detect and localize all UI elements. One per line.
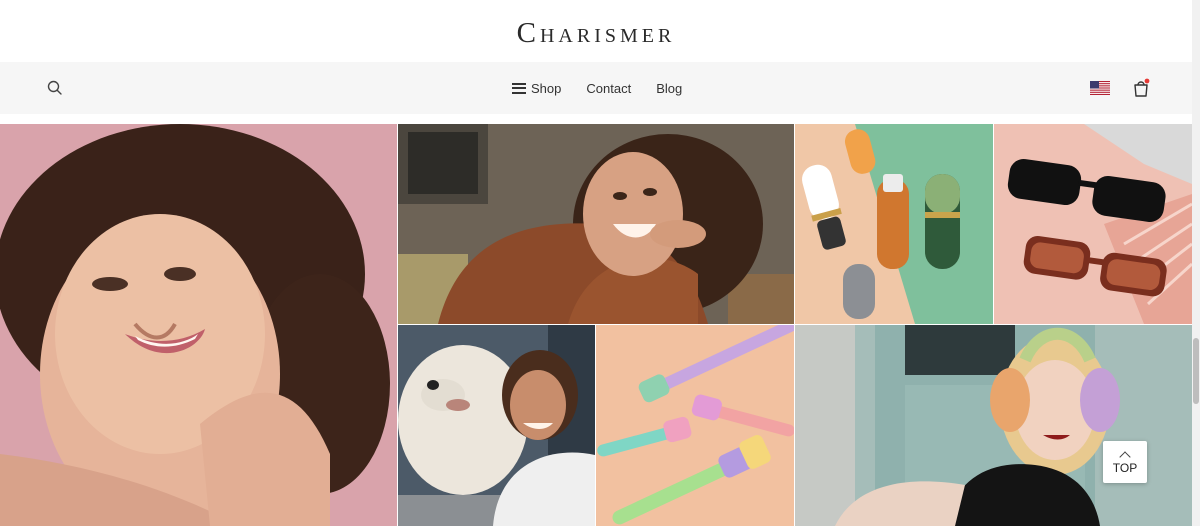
brand-header: Charismer — [0, 0, 1192, 62]
cart-badge — [1144, 78, 1150, 84]
brand-logo[interactable]: Charismer — [517, 13, 676, 50]
search-icon[interactable] — [46, 79, 64, 97]
gallery-tile-toothbrushes[interactable] — [596, 325, 794, 526]
gallery-tile-cosmetics[interactable] — [795, 124, 993, 324]
nav-item-blog[interactable]: Blog — [656, 81, 682, 96]
back-to-top-button[interactable]: TOP — [1103, 441, 1147, 483]
scrollbar-thumb[interactable] — [1193, 338, 1199, 404]
nav-menu: Shop Contact Blog — [512, 62, 682, 114]
main-nav: Shop Contact Blog — [0, 62, 1192, 114]
gallery-tile-woman-headphones[interactable] — [795, 325, 1192, 526]
us-flag-icon[interactable] — [1090, 81, 1110, 95]
gallery-tile-woman-sweater[interactable] — [398, 124, 794, 324]
shopping-bag-icon[interactable] — [1132, 78, 1150, 98]
nav-item-label: Shop — [531, 80, 562, 96]
gallery-tile-woman-dog[interactable] — [398, 325, 595, 526]
nav-item-contact[interactable]: Contact — [586, 81, 631, 96]
gallery-tile-sunglasses[interactable] — [994, 124, 1192, 324]
nav-item-label: Blog — [656, 80, 683, 96]
nav-item-shop[interactable]: Shop — [512, 81, 561, 96]
page-scrollbar[interactable] — [1192, 0, 1200, 526]
image-gallery — [0, 124, 1192, 526]
gallery-tile-woman-smiling[interactable] — [0, 124, 397, 526]
hamburger-icon — [512, 82, 526, 94]
nav-item-label: Contact — [586, 80, 632, 96]
